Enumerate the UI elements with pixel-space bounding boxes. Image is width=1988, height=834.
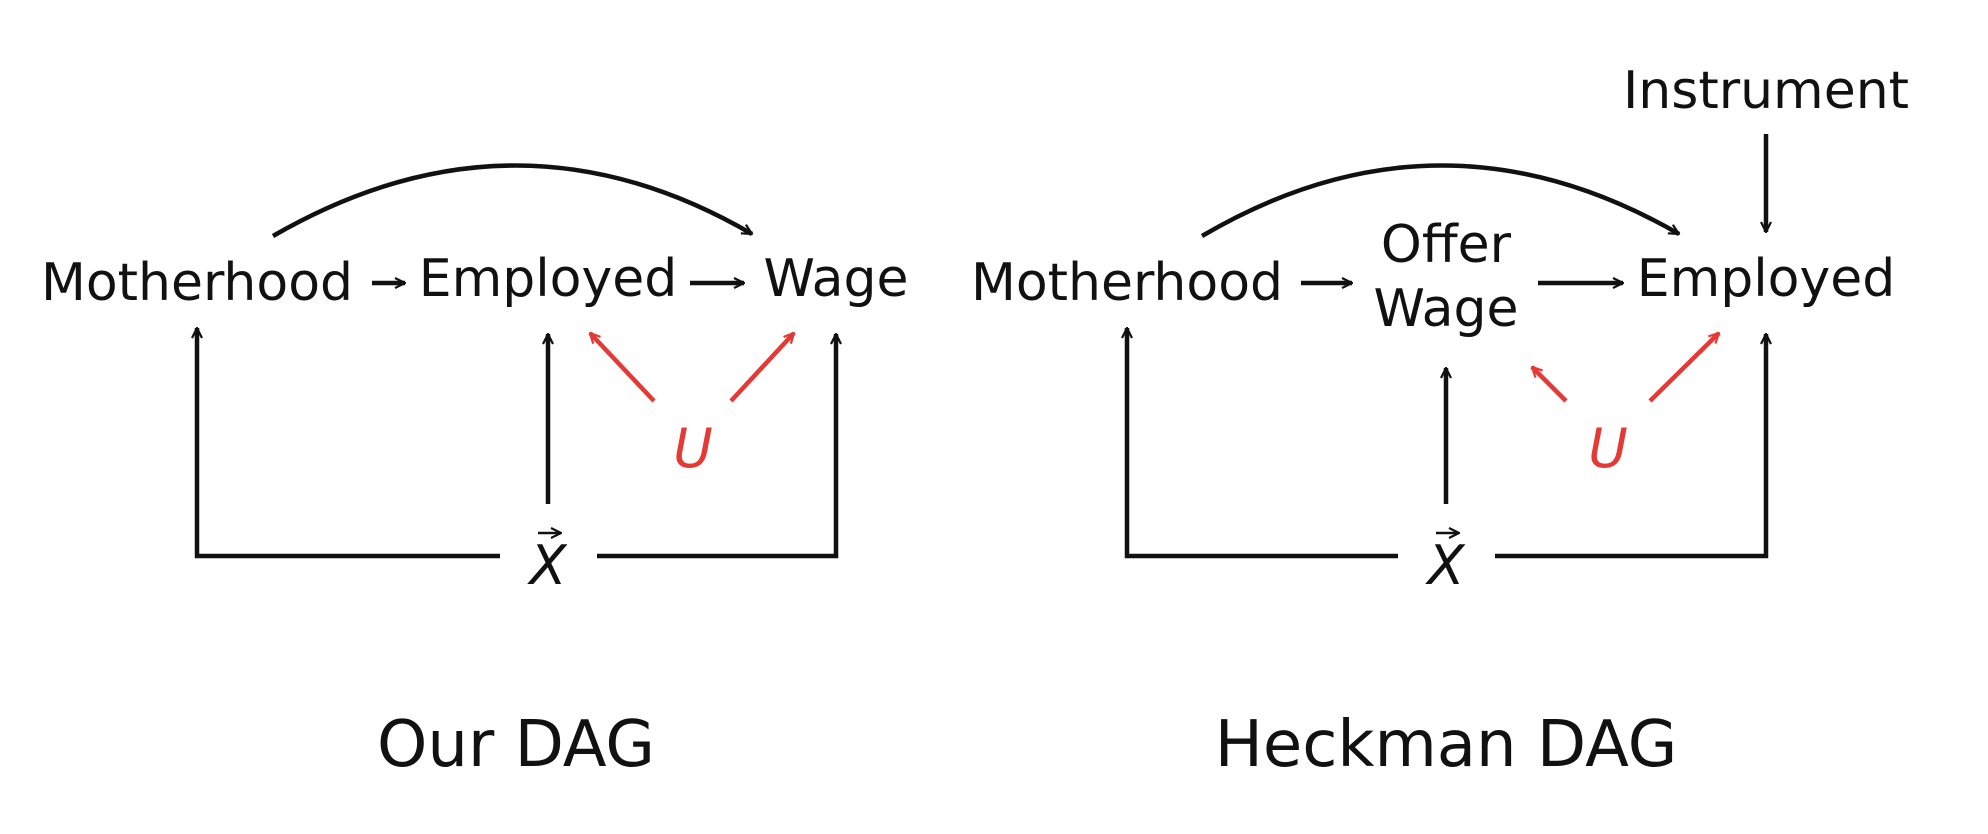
edge-covariates-employed — [1495, 334, 1766, 559]
node-offer-wage-line1: Offer — [1381, 215, 1512, 275]
heckman-dag: Motherhood Offer Wage Employed Instrumen… — [971, 61, 1909, 782]
node-motherhood: Motherhood — [41, 253, 353, 313]
our-dag: Motherhood Employed Wage U X Our DAG — [41, 163, 909, 782]
node-employed: Employed — [419, 249, 678, 309]
edge-covariates-motherhood — [1127, 328, 1398, 559]
node-employed: Employed — [1637, 249, 1896, 309]
edge-covariates-wage — [597, 334, 836, 559]
dag-comparison-diagram: Motherhood Employed Wage U X Our DAG Mot… — [41, 61, 1909, 782]
edge-unobserved-employed — [590, 333, 656, 403]
node-wage: Wage — [764, 249, 909, 309]
caption-our-dag: Our DAG — [377, 708, 655, 782]
edge-motherhood-wage-curved — [271, 163, 752, 238]
node-offer-wage-line2: Wage — [1374, 279, 1519, 339]
node-instrument: Instrument — [1623, 61, 1909, 121]
node-motherhood: Motherhood — [971, 253, 1283, 313]
node-covariates: X — [527, 534, 568, 597]
node-unobserved-confounder: U — [673, 417, 713, 480]
caption-heckman-dag: Heckman DAG — [1215, 708, 1678, 782]
edge-unobserved-employed — [1648, 333, 1719, 403]
node-unobserved-confounder: U — [1588, 417, 1628, 480]
edge-unobserved-offer-wage — [1532, 367, 1568, 403]
edge-covariates-motherhood — [197, 328, 500, 559]
node-covariates: X — [1425, 534, 1466, 597]
edge-unobserved-wage — [729, 333, 794, 403]
